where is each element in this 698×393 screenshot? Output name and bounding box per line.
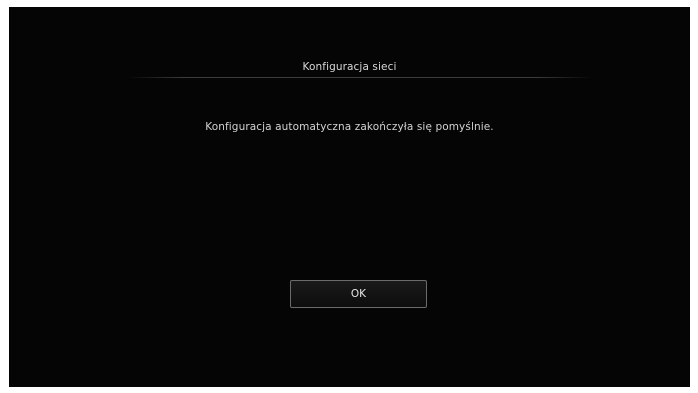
dialog-title: Konfiguracja sieci <box>302 61 397 73</box>
tv-screen: Konfiguracja sieci Konfiguracja automaty… <box>9 7 690 387</box>
dialog-message: Konfiguracja automatyczna zakończyła się… <box>205 121 494 133</box>
title-divider <box>127 77 593 78</box>
ok-button-label: OK <box>350 288 367 300</box>
ok-button[interactable]: OK <box>290 280 427 308</box>
